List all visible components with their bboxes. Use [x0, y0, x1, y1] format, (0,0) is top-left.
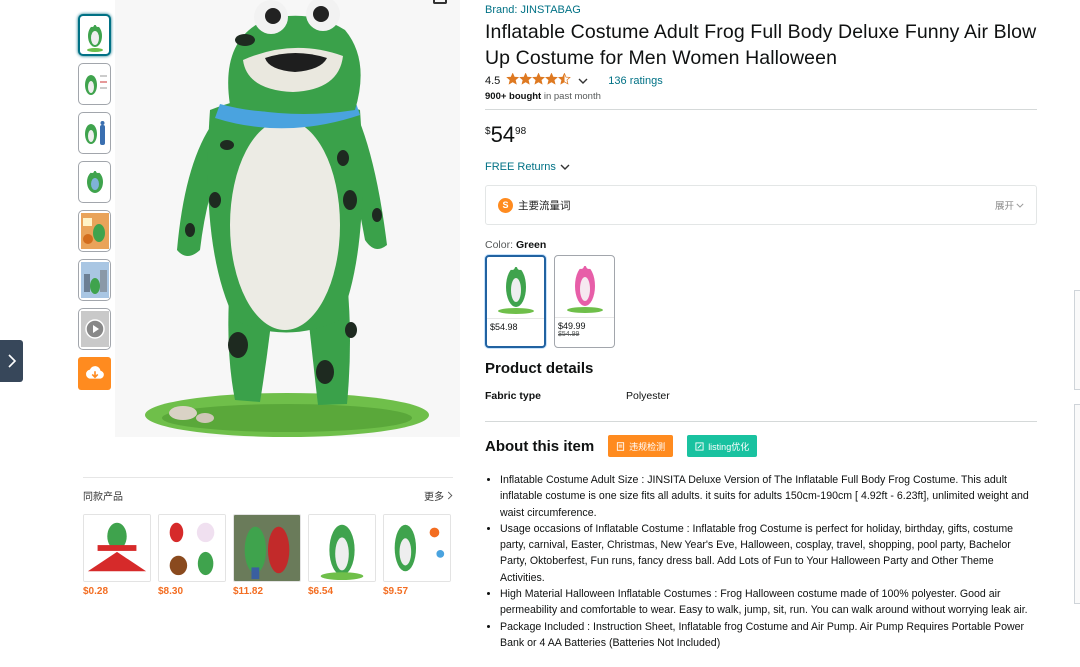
detail-key-fabric-type: Fabric type — [485, 390, 542, 402]
similar-product-image — [308, 514, 376, 582]
color-swatches: $54.98 $49.99 $54.99 — [485, 255, 1037, 348]
swatch-green[interactable]: $54.98 — [485, 255, 546, 348]
brand-link[interactable]: Brand: JINSTABAG — [485, 4, 1037, 16]
thumbnail-frog-video[interactable] — [78, 308, 111, 350]
price-whole: 54 — [490, 122, 516, 147]
swatch-pink[interactable]: $49.99 $54.99 — [554, 255, 615, 348]
rating-value: 4.5 — [485, 74, 501, 87]
document-icon — [617, 441, 625, 451]
color-label-prefix: Color: — [485, 239, 516, 251]
chevron-right-icon — [447, 491, 453, 500]
color-selected-value: Green — [515, 239, 547, 251]
similar-product-price: $6.54 — [308, 586, 334, 597]
free-returns-link[interactable]: FREE Returns — [485, 161, 1037, 173]
similar-product-card[interactable]: $6.54 — [308, 514, 376, 597]
model-thumbnail-image — [86, 169, 103, 193]
thumbnail-frog-model[interactable] — [78, 161, 111, 203]
expand-toggle[interactable]: 展开 — [995, 198, 1024, 212]
about-bullet: Usage occasions of Inflatable Costume : … — [500, 521, 1037, 586]
divider — [485, 109, 1037, 110]
similar-product-image — [158, 514, 226, 582]
swatch-pink-image — [555, 256, 614, 317]
similar-product-card[interactable]: $8.30 — [158, 514, 226, 597]
thumbnail-frog-scene[interactable] — [78, 259, 111, 301]
swatch-green-price: $54.98 — [487, 318, 544, 332]
price-fraction: 98 — [515, 126, 527, 137]
product-details-title: Product details — [485, 360, 594, 377]
chevron-right-icon — [7, 354, 16, 368]
similar-product-card[interactable]: $0.28 — [83, 514, 151, 597]
similar-product-card[interactable]: $9.57 — [383, 514, 451, 597]
thumbnail-frog-dimensions[interactable] — [78, 112, 111, 154]
thumbnail-frog-front[interactable] — [78, 14, 111, 56]
star-rating-icon[interactable] — [506, 72, 572, 88]
stars-icon — [506, 72, 572, 85]
detail-value-fabric-type: Polyester — [626, 390, 670, 402]
edit-icon — [695, 441, 704, 451]
violation-check-button[interactable]: 违规检测 — [608, 435, 674, 457]
size-chart-thumbnail-image — [84, 75, 107, 95]
similar-products-title: 同款产品 — [83, 492, 123, 503]
bought-suffix: in past month — [541, 91, 601, 102]
video-thumbnail-image — [80, 311, 109, 347]
bought-in-past-month: 900+ bought in past month — [485, 91, 1037, 102]
violation-check-label: 违规检测 — [629, 441, 666, 452]
divider — [485, 421, 1037, 422]
similar-product-image — [233, 514, 301, 582]
plugin-logo-icon: S — [498, 197, 513, 213]
similar-product-price: $9.57 — [383, 586, 409, 597]
price: $ 54 98 — [485, 123, 1037, 147]
thumbnail-frog-party[interactable] — [78, 210, 111, 252]
expand-icon[interactable] — [433, 0, 447, 4]
about-title: About this item — [485, 437, 595, 455]
swatch-green-image — [487, 257, 544, 318]
inflatable-frog-illustration — [145, 0, 429, 437]
similar-product-price: $0.28 — [83, 586, 109, 597]
product-detail-row: Fabric type Polyester — [485, 390, 1037, 402]
keyword-panel-label: 主要流量词 — [518, 199, 571, 212]
similar-products-section: 同款产品 更多 $0.28 $8.30 $11.82 $6.54 $9.57 — [83, 477, 453, 597]
listing-optimize-label: listing优化 — [708, 441, 750, 452]
color-label: Color: Green — [485, 239, 1037, 251]
thumbnail-frog-size-chart[interactable] — [78, 63, 111, 105]
similar-product-image — [83, 514, 151, 582]
swatch-pink-price: $49.99 — [555, 317, 614, 331]
thumbnail-strip — [78, 14, 112, 390]
right-edge-panel[interactable] — [1074, 290, 1080, 390]
cloud-download-icon — [85, 365, 104, 379]
bought-count: 900+ bought — [485, 91, 542, 102]
scene-thumbnail-image — [80, 262, 109, 298]
chevron-down-icon — [1016, 203, 1024, 208]
product-title: Inflatable Costume Adult Frog Full Body … — [485, 21, 1037, 69]
product-detail-column: Brand: JINSTABAG Inflatable Costume Adul… — [485, 0, 1037, 651]
chevron-down-icon — [560, 164, 570, 170]
chevron-down-icon[interactable] — [578, 78, 588, 84]
download-images-button[interactable] — [78, 357, 111, 390]
expand-label: 展开 — [994, 201, 1014, 212]
about-bullet: High Material Halloween Inflatable Costu… — [500, 586, 1037, 619]
similar-product-price: $8.30 — [158, 586, 184, 597]
similar-more-link[interactable]: 更多 — [424, 488, 453, 503]
similar-product-price: $11.82 — [233, 586, 264, 597]
main-product-image[interactable] — [115, 0, 460, 437]
about-header: About this item 违规检测 listing优化 — [485, 435, 1037, 457]
swatch-pink-old-price: $54.99 — [558, 331, 580, 338]
right-edge-panel-lower[interactable] — [1074, 404, 1080, 604]
about-bullets: Inflatable Costume Adult Size : JINSITA … — [485, 472, 1037, 651]
keyword-panel[interactable]: S 主要流量词 展开 — [485, 185, 1037, 225]
free-returns-label: FREE Returns — [485, 161, 556, 173]
party-thumbnail-image — [80, 213, 109, 249]
similar-product-image — [383, 514, 451, 582]
rating-row: 4.5 136 ratings — [485, 72, 1037, 88]
about-bullet: Inflatable Costume Adult Size : JINSITA … — [500, 472, 1037, 521]
similar-product-card[interactable]: $11.82 — [233, 514, 301, 597]
frog-thumbnail-image — [86, 23, 103, 52]
dimensions-thumbnail-image — [84, 121, 105, 145]
listing-optimize-button[interactable]: listing优化 — [687, 435, 758, 457]
similar-more-label: 更多 — [424, 492, 444, 503]
side-drawer-tab[interactable] — [0, 340, 23, 382]
about-bullet: Package Included : Instruction Sheet, In… — [500, 619, 1037, 652]
ratings-count-link[interactable]: 136 ratings — [608, 75, 662, 87]
